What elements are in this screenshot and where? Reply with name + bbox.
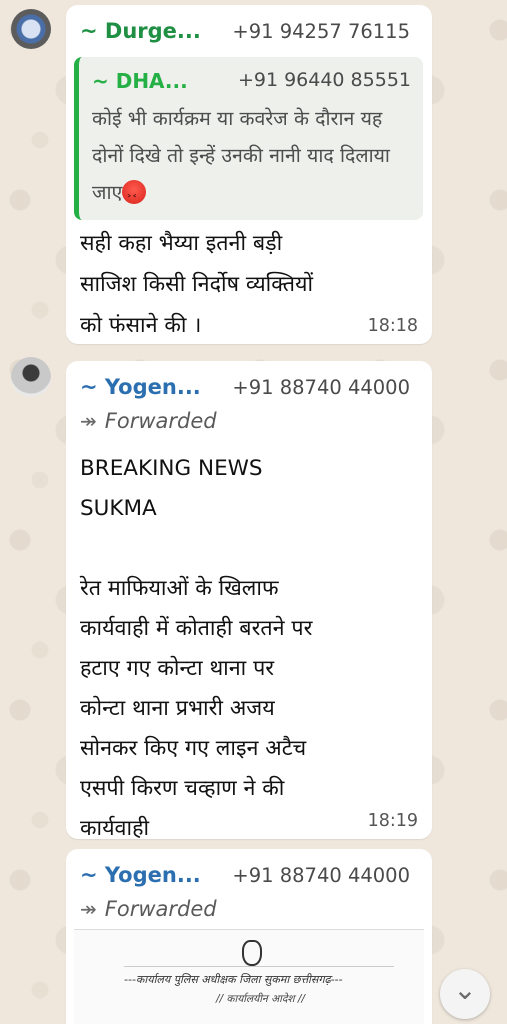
- sender-name[interactable]: ~ Yogen...: [80, 863, 201, 887]
- sender-name[interactable]: ~ Yogen...: [80, 375, 201, 399]
- forwarded-label: Forwarded: [104, 409, 217, 433]
- document-header-text: ---कार्यालय पुलिस अधीक्षक जिला सुकमा छत्…: [124, 973, 343, 986]
- document-image-preview[interactable]: ---कार्यालय पुलिस अधीक्षक जिला सुकमा छत्…: [74, 929, 424, 1024]
- sender-phone: +91 88740 44000: [232, 376, 410, 399]
- quoted-sender-phone: +91 96440 85551: [237, 69, 411, 91]
- forwarded-arrow-icon: ↠: [80, 409, 97, 433]
- sender-avatar[interactable]: [11, 357, 51, 397]
- sender-phone: +91 88740 44000: [232, 864, 410, 887]
- forwarded-indicator: ↠ Forwarded: [80, 897, 217, 925]
- message-bubble[interactable]: ~ Durge... +91 94257 76115 ~ DHA... +91 …: [66, 5, 432, 344]
- quoted-sender-name: ~ DHA...: [92, 69, 188, 93]
- message-bubble[interactable]: ~ Yogen... +91 88740 44000 ↠ Forwarded BR…: [66, 361, 432, 841]
- forwarded-label: Forwarded: [104, 897, 217, 921]
- sender-header: ~ Durge... +91 94257 76115: [80, 19, 422, 49]
- message-text: BREAKING NEWS SUKMA रेत माफियाओं के खिला…: [80, 456, 313, 841]
- message-time: 18:19: [367, 811, 418, 831]
- double-chevron-down-icon: ⌄: [453, 973, 477, 1006]
- sender-header: ~ Yogen... +91 88740 44000: [80, 863, 422, 893]
- document-divider: [124, 966, 394, 967]
- forwarded-arrow-icon: ↠: [80, 897, 97, 921]
- message-time: 18:18: [367, 316, 418, 336]
- message-bubble[interactable]: ~ Yogen... +91 88740 44000 ↠ Forwarded --…: [66, 849, 432, 1024]
- scroll-to-bottom-button[interactable]: ⌄: [440, 969, 490, 1019]
- quoted-text: कोई भी कार्यक्रम या कवरेज के दौरान यह दो…: [92, 100, 413, 218]
- quoted-message[interactable]: ~ DHA... +91 96440 85551 कोई भी कार्यक्र…: [74, 57, 423, 220]
- sender-avatar[interactable]: [11, 9, 51, 49]
- sender-header: ~ Yogen... +91 88740 44000: [80, 375, 422, 405]
- angry-face-emoji-icon: [122, 179, 147, 218]
- document-subheader-text: // कार्यालयीन आदेश //: [216, 993, 305, 1005]
- sender-name[interactable]: ~ Durge...: [80, 19, 201, 43]
- forwarded-indicator: ↠ Forwarded: [80, 409, 217, 437]
- sender-phone: +91 94257 76115: [232, 20, 410, 43]
- police-emblem-icon: [242, 940, 262, 966]
